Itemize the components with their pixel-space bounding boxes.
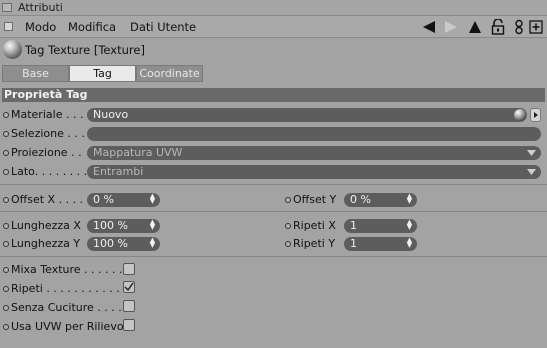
offset-x-anim-dot[interactable] [3,197,9,203]
tab-coordinate[interactable]: Coordinate [136,65,203,82]
ripeti-x-anim-dot[interactable] [285,223,291,229]
offset-y-anim-dot[interactable] [285,197,291,203]
lato-value: Entrambi [93,165,144,178]
ripeti-y-anim-dot[interactable] [285,241,291,247]
tab-tag[interactable]: Tag [69,65,136,82]
lunghezza-x-label: Lunghezza X [11,219,81,232]
selezione-label: Selezione . . . [11,127,85,140]
lunghezza-y-value: 100 % [93,237,128,250]
lunghezza-y-input[interactable]: 100 % ▲ ▼ [87,237,160,251]
window-title: Attributi [18,1,63,14]
materiale-menu-button[interactable] [530,108,541,122]
chevron-down-icon [527,150,536,156]
offset-y-stepper-icon[interactable]: ▲ ▼ [406,193,413,205]
lunghezza-x-anim-dot[interactable] [3,223,9,229]
arrow-left-icon[interactable] [421,19,437,35]
materiale-value: Nuovo [93,108,129,121]
ripeti-x-stepper-icon[interactable]: ▲ ▼ [406,219,413,231]
ripeti-x-input[interactable]: 1 ▲ ▼ [344,219,417,233]
menu-modifica[interactable]: Modifica [68,20,116,34]
object-title: Tag Texture [Texture] [25,43,145,57]
offset-x-input[interactable]: 0 % ▲ ▼ [87,193,160,207]
usa-uvw-label: Usa UVW per Rilievo [11,320,124,333]
ripeti-x-label: Ripeti X [293,219,336,232]
texture-sphere-icon [3,40,22,59]
arrow-up-icon[interactable] [467,19,483,35]
menu-modo[interactable]: Modo [25,20,56,34]
ripeti-y-label: Ripeti Y [293,237,336,250]
senza-cuciture-checkbox[interactable] [123,300,135,312]
materiale-field[interactable]: Nuovo [87,108,527,122]
offset-y-label: Offset Y [293,193,337,206]
materiale-anim-dot[interactable] [3,112,9,118]
tab-base[interactable]: Base [2,65,69,82]
proiezione-dropdown[interactable]: Mappatura UVW [87,146,541,160]
usa-uvw-anim-dot[interactable] [3,324,9,330]
lunghezza-x-value: 100 % [93,219,128,232]
divider [0,256,547,257]
add-icon[interactable] [528,19,544,35]
ripeti-x-value: 1 [350,219,357,232]
proiezione-anim-dot[interactable] [3,150,9,156]
lock-icon[interactable] [490,19,506,35]
ripeti-y-value: 1 [350,237,357,250]
menu-dati-utente[interactable]: Dati Utente [130,20,196,34]
link-icon[interactable] [511,19,527,35]
proiezione-label: Proiezione . . [11,146,82,159]
ripeti-y-input[interactable]: 1 ▲ ▼ [344,237,417,251]
mixa-texture-anim-dot[interactable] [3,267,9,273]
materiale-label: Materiale . . . [11,108,84,121]
proiezione-value: Mappatura UVW [93,146,183,159]
lunghezza-x-stepper-icon[interactable]: ▲ ▼ [149,219,156,231]
divider [0,211,547,212]
lato-anim-dot[interactable] [3,169,9,175]
lunghezza-x-input[interactable]: 100 % ▲ ▼ [87,219,160,233]
senza-cuciture-label: Senza Cuciture . . . . [11,301,122,314]
offset-x-label: Offset X . . . . [11,193,84,206]
mixa-texture-checkbox[interactable] [123,263,135,275]
ripeti-anim-dot[interactable] [3,286,9,292]
lunghezza-y-label: Lunghezza Y [11,237,81,250]
offset-x-value: 0 % [93,193,114,206]
material-preview-icon [514,109,526,121]
lunghezza-y-stepper-icon[interactable]: ▲ ▼ [149,237,156,249]
selezione-anim-dot[interactable] [3,131,9,137]
lato-label: Lato. . . . . . . . [11,165,88,178]
offset-y-value: 0 % [350,193,371,206]
menu-bar: Modo Modifica Dati Utente [0,16,547,38]
mixa-texture-label: Mixa Texture . . . . . . [11,263,123,276]
senza-cuciture-anim-dot[interactable] [3,305,9,311]
ripeti-checkbox[interactable] [123,281,135,293]
section-header: Proprietà Tag [2,88,545,102]
ripeti-y-stepper-icon[interactable]: ▲ ▼ [406,237,413,249]
lato-dropdown[interactable]: Entrambi [87,165,541,179]
offset-y-input[interactable]: 0 % ▲ ▼ [344,193,417,207]
object-header: Tag Texture [Texture] [0,38,547,62]
divider [0,184,547,185]
offset-x-stepper-icon[interactable]: ▲ ▼ [149,193,156,205]
chevron-down-icon [527,169,536,175]
panel-grip-icon[interactable] [2,3,12,12]
title-bar: Attributi [0,0,547,16]
checkmark-icon [124,282,134,292]
selezione-field[interactable] [87,127,541,141]
usa-uvw-checkbox[interactable] [123,319,135,331]
lunghezza-y-anim-dot[interactable] [3,241,9,247]
ripeti-label: Ripeti . . . . . . . . . . . . [11,282,127,295]
arrow-right-icon[interactable] [443,19,459,35]
menu-grip-icon[interactable] [4,22,13,31]
